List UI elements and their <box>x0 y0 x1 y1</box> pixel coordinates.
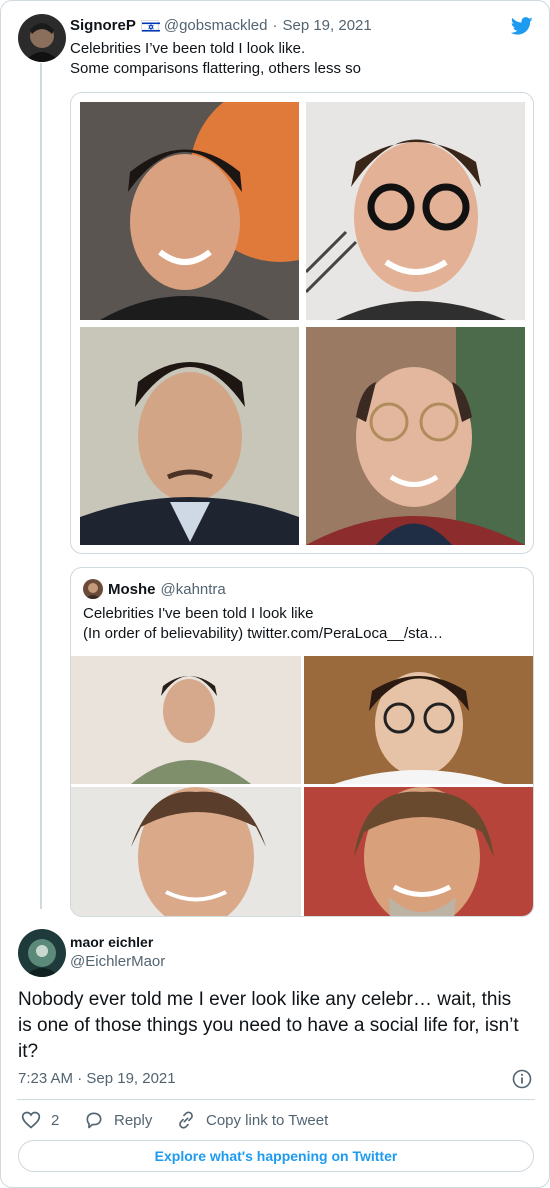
thread-line <box>40 63 42 909</box>
tweet-text-line-1: Celebrities I’ve been told I look like. <box>70 40 306 57</box>
copy-link-action[interactable]: Copy link to Tweet <box>176 1110 328 1130</box>
media-photo-3[interactable] <box>80 327 299 545</box>
reply-timestamp[interactable]: 7:23 AM · Sep 19, 2021 <box>18 1070 176 1087</box>
separator-dot: · <box>272 17 278 34</box>
quote-author-name: Moshe <box>108 580 156 598</box>
media-photo-1[interactable] <box>80 102 299 320</box>
reply-author-handle[interactable]: @EichlerMaor <box>70 953 165 970</box>
maor-avatar[interactable] <box>18 929 66 977</box>
divider <box>17 1099 535 1100</box>
reply-author-name[interactable]: maor eichler <box>70 934 165 950</box>
israel-flag-icon <box>140 19 160 32</box>
media-photo-2[interactable] <box>306 102 525 320</box>
twitter-bird-icon[interactable] <box>510 15 534 37</box>
quote-photo-1 <box>71 656 301 784</box>
quote-text-line-2: (In order of believability) twitter.com/… <box>83 625 444 642</box>
reply-label: Reply <box>114 1111 153 1129</box>
like-action[interactable]: 2 <box>21 1110 59 1130</box>
tweet-text-line-2: Some comparisons flattering, others less… <box>70 60 361 77</box>
reply-action[interactable]: Reply <box>84 1110 152 1130</box>
heart-icon <box>21 1110 41 1130</box>
tweet-date[interactable]: Sep 19, 2021 <box>282 17 371 34</box>
author-name[interactable]: SignoreP <box>70 17 136 34</box>
tweet-header: SignoreP @gobsmackled · Sep 19, 2021 <box>70 17 372 34</box>
link-icon <box>176 1110 196 1130</box>
quoted-tweet[interactable]: Moshe @kahntra Celebrities I've been tol… <box>70 567 534 917</box>
tweet-text: Celebrities I’ve been told I look like. … <box>70 39 530 79</box>
moshe-avatar <box>83 579 103 599</box>
quote-photo-4 <box>304 787 533 916</box>
signorep-avatar[interactable] <box>18 14 66 62</box>
quote-photo-3 <box>71 787 301 916</box>
tweet-card: SignoreP @gobsmackled · Sep 19, 2021 Cel… <box>0 0 550 1188</box>
quote-text-line-1: Celebrities I've been told I look like <box>83 605 314 622</box>
author-handle[interactable]: @gobsmackled <box>164 17 268 34</box>
explore-button[interactable]: Explore what's happening on Twitter <box>18 1140 534 1172</box>
media-photo-4[interactable] <box>306 327 525 545</box>
copy-link-label: Copy link to Tweet <box>206 1111 329 1129</box>
quote-author-handle: @kahntra <box>160 580 226 598</box>
quote-text: Celebrities I've been told I look like (… <box>83 604 523 644</box>
info-icon[interactable] <box>512 1069 532 1089</box>
tweet-media-grid <box>70 92 534 554</box>
quote-header: Moshe @kahntra <box>83 579 226 599</box>
reply-author: maor eichler @EichlerMaor <box>70 934 165 970</box>
like-count: 2 <box>51 1111 60 1129</box>
quote-photo-2 <box>304 656 533 784</box>
reply-icon <box>84 1110 104 1130</box>
reply-text: Nobody ever told me I ever look like any… <box>18 989 519 1062</box>
